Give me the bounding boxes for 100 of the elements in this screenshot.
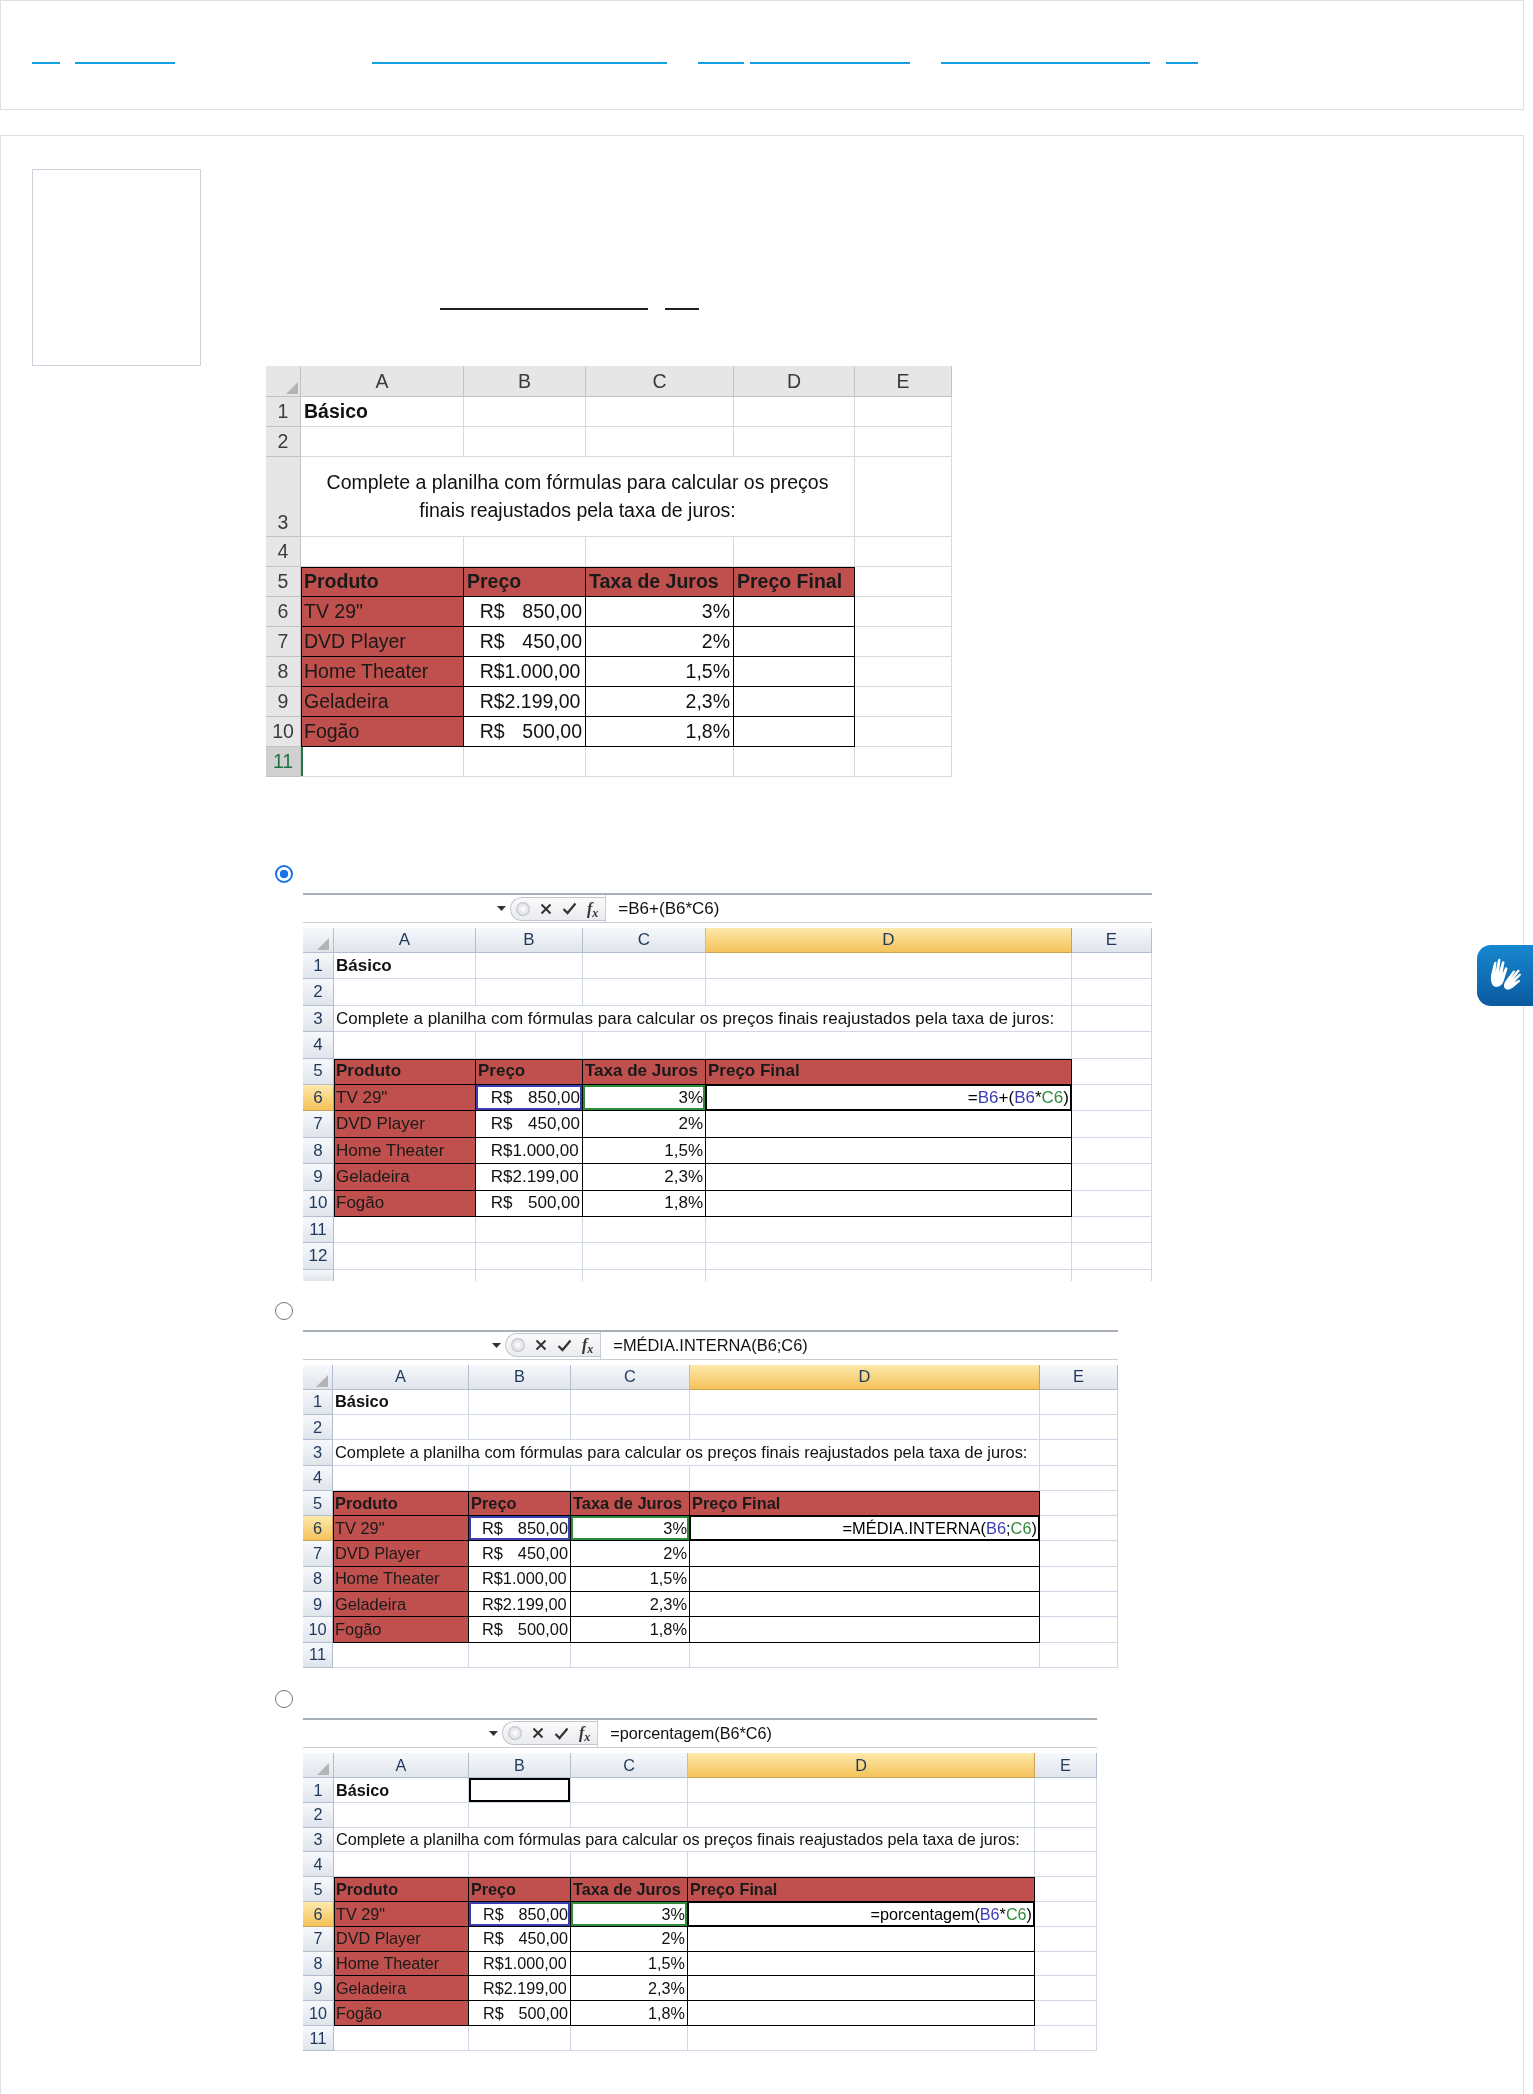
spreadsheet-cell: R$ 500,00 bbox=[469, 2001, 571, 2026]
radio-button[interactable] bbox=[275, 1689, 293, 1708]
spreadsheet-cell: TV 29" bbox=[334, 1084, 476, 1112]
spreadsheet-cell: R$1.000,00 bbox=[469, 1951, 571, 1977]
spreadsheet-cell: R$ 450,00 bbox=[469, 1541, 571, 1567]
spreadsheet-cell: 1,8% bbox=[586, 717, 734, 747]
column-header: B bbox=[464, 366, 586, 397]
triangle-icon bbox=[317, 1762, 329, 1775]
column-header: E bbox=[1072, 928, 1152, 953]
spreadsheet-cell: Produto bbox=[334, 1058, 476, 1085]
row-header: 11 bbox=[303, 2025, 334, 2051]
check-icon bbox=[554, 1726, 569, 1740]
row-header: 10 bbox=[303, 2001, 334, 2026]
spreadsheet-cell: Básico bbox=[333, 1389, 469, 1415]
spreadsheet-cell: Produto bbox=[334, 1877, 469, 1902]
column-header: E bbox=[1035, 1752, 1097, 1778]
spreadsheet-cell: 1,5% bbox=[586, 657, 734, 687]
formula-cell: =MÉDIA.INTERNA(B6;C6) bbox=[690, 1516, 1040, 1542]
spreadsheet-cell: 1,8% bbox=[571, 1617, 690, 1643]
column-header: D bbox=[706, 928, 1072, 953]
spreadsheet-cell: DVD Player bbox=[334, 1111, 476, 1138]
spreadsheet-cell: Preço Final bbox=[706, 1058, 1072, 1085]
caret-icon bbox=[497, 906, 506, 911]
row-header: 5 bbox=[303, 1058, 334, 1085]
spreadsheet-cell: R$ 850,00 bbox=[469, 1901, 571, 1927]
row-header: 9 bbox=[303, 1976, 334, 2002]
column-header: A bbox=[334, 1752, 469, 1778]
row-header: 7 bbox=[303, 1111, 334, 1138]
spreadsheet-cell: R$ 500,00 bbox=[464, 717, 586, 747]
link-underline[interactable] bbox=[665, 308, 699, 310]
spreadsheet-cell: Produto bbox=[301, 567, 464, 597]
spreadsheet-cell: TV 29" bbox=[333, 1516, 469, 1542]
cancel-icon bbox=[540, 902, 552, 915]
row-header: 5 bbox=[303, 1490, 333, 1517]
spreadsheet-cell: Geladeira bbox=[334, 1976, 469, 2002]
check-icon bbox=[562, 902, 577, 915]
row-header: 6 bbox=[303, 1084, 334, 1112]
column-header: E bbox=[1040, 1364, 1118, 1390]
spreadsheet-cell: 1,8% bbox=[571, 2001, 688, 2026]
spreadsheet-cell: Fogão bbox=[334, 1190, 476, 1217]
circle-icon bbox=[508, 1726, 522, 1741]
row-header: 5 bbox=[303, 1877, 334, 1902]
row-header: 9 bbox=[303, 1164, 334, 1191]
spreadsheet-cell: R$ 450,00 bbox=[464, 627, 586, 657]
spreadsheet-cell: 2,3% bbox=[571, 1976, 688, 2002]
row-header: 2 bbox=[303, 979, 334, 1006]
spreadsheet-cell: Taxa de Juros bbox=[583, 1058, 706, 1085]
function-label: f$_{x}$ bbox=[579, 1725, 591, 1742]
column-header: B bbox=[469, 1364, 571, 1390]
link-underline[interactable] bbox=[941, 62, 1150, 64]
hands-icon[interactable] bbox=[1477, 945, 1533, 1006]
spreadsheet-cell: Produto bbox=[333, 1490, 469, 1517]
spreadsheet-cell: Fogão bbox=[334, 2001, 469, 2026]
row-header: 9 bbox=[266, 687, 301, 717]
link-underline[interactable] bbox=[1166, 62, 1198, 64]
column-header: E bbox=[855, 366, 952, 397]
row-header: 2 bbox=[303, 1415, 333, 1441]
link-underline[interactable] bbox=[698, 62, 744, 64]
formula-field: =B6+(B6*C6) bbox=[605, 895, 1152, 922]
spreadsheet-cell: 2% bbox=[586, 627, 734, 657]
spreadsheet-cell: R$ 850,00 bbox=[476, 1084, 583, 1112]
spreadsheet-cell: 2% bbox=[571, 1926, 688, 1952]
formula-cell: =B6+(B6*C6) bbox=[706, 1084, 1072, 1112]
link-underline[interactable] bbox=[440, 308, 648, 310]
column-header: D bbox=[734, 366, 855, 397]
circle-icon bbox=[511, 1338, 525, 1353]
function-label: f$_{x}$ bbox=[587, 900, 599, 917]
spreadsheet-cell: 2% bbox=[571, 1541, 690, 1567]
row-header: 2 bbox=[303, 1802, 334, 1828]
row-header: 4 bbox=[303, 1852, 334, 1878]
spreadsheet-cell: R$1.000,00 bbox=[476, 1137, 583, 1165]
spreadsheet-cell: 2,3% bbox=[583, 1164, 706, 1191]
radio-button[interactable] bbox=[275, 1301, 293, 1320]
spreadsheet-cell: 3% bbox=[571, 1516, 690, 1542]
link-underline[interactable] bbox=[372, 62, 667, 64]
row-header: 3 bbox=[303, 1827, 334, 1853]
spreadsheet-cell: Preço bbox=[469, 1877, 571, 1902]
row-header: 2 bbox=[266, 427, 301, 457]
spreadsheet-cell: Preço bbox=[469, 1490, 571, 1517]
row-header: 4 bbox=[266, 537, 301, 567]
spreadsheet-cell: Preço Final bbox=[734, 567, 855, 597]
spreadsheet-cell: R$ 850,00 bbox=[469, 1516, 571, 1542]
spreadsheet-cell: Básico bbox=[334, 953, 476, 980]
link-underline[interactable] bbox=[32, 62, 60, 64]
row-header: 6 bbox=[303, 1901, 334, 1927]
spreadsheet-cell: Geladeira bbox=[334, 1164, 476, 1191]
spreadsheet-cell: Complete a planilha com fórmulas para calcular os preços finais reajustados pela taxa de juros: bbox=[301, 457, 855, 537]
radio-button[interactable] bbox=[275, 865, 293, 883]
spreadsheet-cell: Home Theater bbox=[334, 1137, 476, 1165]
row-header: 1 bbox=[303, 953, 334, 980]
function-label: f$_{x}$ bbox=[582, 1337, 594, 1354]
column-header: B bbox=[476, 928, 583, 953]
link-underline[interactable] bbox=[750, 62, 910, 64]
triangle-icon bbox=[317, 938, 329, 950]
spreadsheet-cell: Básico bbox=[334, 1777, 469, 1803]
link-underline[interactable] bbox=[75, 62, 175, 64]
spreadsheet-cell: 2% bbox=[583, 1111, 706, 1138]
spreadsheet-cell: Básico bbox=[301, 397, 464, 427]
row-header: 8 bbox=[303, 1951, 334, 1977]
spreadsheet-cell: 3% bbox=[583, 1084, 706, 1112]
